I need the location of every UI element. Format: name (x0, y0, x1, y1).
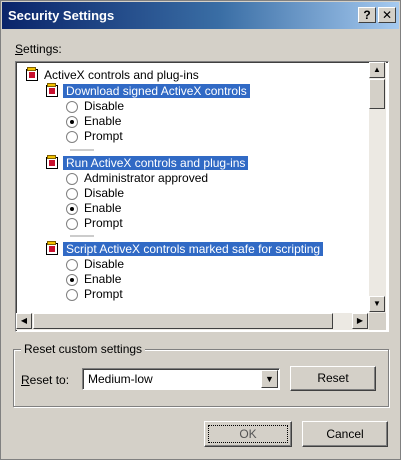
option-label: Prompt (84, 129, 123, 143)
radio-script-prompt[interactable] (66, 289, 78, 301)
settings-list[interactable]: ActiveX controls and plug-ins Download s… (15, 61, 389, 332)
setting-heading-download-signed[interactable]: Download signed ActiveX controls (63, 84, 250, 98)
clipped-row (70, 235, 94, 237)
setting-icon (46, 83, 58, 97)
chevron-down-icon[interactable]: ▼ (261, 370, 278, 388)
horizontal-scrollbar[interactable]: ◀ ▶ (16, 313, 369, 330)
category-title: ActiveX controls and plug-ins (44, 68, 199, 82)
vertical-scrollbar[interactable]: ▲ ▼ (369, 62, 386, 313)
option-label: Disable (84, 99, 125, 113)
scroll-left-icon[interactable]: ◀ (16, 313, 32, 329)
setting-heading-run-activex[interactable]: Run ActiveX controls and plug-ins (63, 156, 249, 170)
radio-run-enable[interactable] (66, 203, 78, 215)
settings-label: Settings: (15, 42, 62, 56)
reset-to-label: Reset to: (21, 373, 70, 387)
help-button[interactable]: ? (358, 7, 376, 23)
cancel-button[interactable]: Cancel (302, 421, 388, 447)
reset-group-title: Reset custom settings (21, 342, 146, 356)
settings-category-icon (26, 67, 38, 81)
scroll-down-icon[interactable]: ▼ (369, 296, 385, 312)
option-label: Disable (84, 257, 125, 271)
option-label: Enable (84, 114, 122, 128)
setting-heading-script-activex[interactable]: Script ActiveX controls marked safe for … (63, 242, 324, 256)
radio-run-disable[interactable] (66, 188, 78, 200)
radio-run-prompt[interactable] (66, 218, 78, 230)
radio-download-prompt[interactable] (66, 131, 78, 143)
reset-level-value: Medium-low (88, 372, 153, 386)
security-settings-dialog: Security Settings ? ✕ Settings: ActiveX … (0, 0, 401, 460)
window-title: Security Settings (8, 8, 115, 23)
setting-icon (46, 241, 58, 255)
setting-icon (46, 155, 58, 169)
option-label: Enable (84, 201, 122, 215)
scroll-corner (369, 313, 386, 330)
scroll-right-icon[interactable]: ▶ (352, 313, 368, 329)
radio-download-enable[interactable] (66, 116, 78, 128)
close-button[interactable]: ✕ (378, 7, 396, 23)
title-bar[interactable]: Security Settings ? ✕ (2, 2, 399, 29)
option-label: Enable (84, 272, 122, 286)
horizontal-scroll-thumb[interactable] (33, 313, 333, 329)
clipped-row (70, 149, 94, 151)
radio-run-admin-approved[interactable] (66, 173, 78, 185)
ok-button[interactable]: OK (204, 421, 292, 447)
reset-button[interactable]: Reset (290, 366, 376, 391)
option-label: Prompt (84, 216, 123, 230)
radio-script-disable[interactable] (66, 259, 78, 271)
option-label: Disable (84, 186, 125, 200)
vertical-scroll-thumb[interactable] (369, 79, 385, 109)
reset-level-dropdown[interactable]: Medium-low ▼ (82, 368, 280, 390)
radio-download-disable[interactable] (66, 101, 78, 113)
radio-script-enable[interactable] (66, 274, 78, 286)
option-label: Prompt (84, 287, 123, 301)
option-label: Administrator approved (84, 171, 209, 185)
scroll-up-icon[interactable]: ▲ (369, 62, 385, 78)
